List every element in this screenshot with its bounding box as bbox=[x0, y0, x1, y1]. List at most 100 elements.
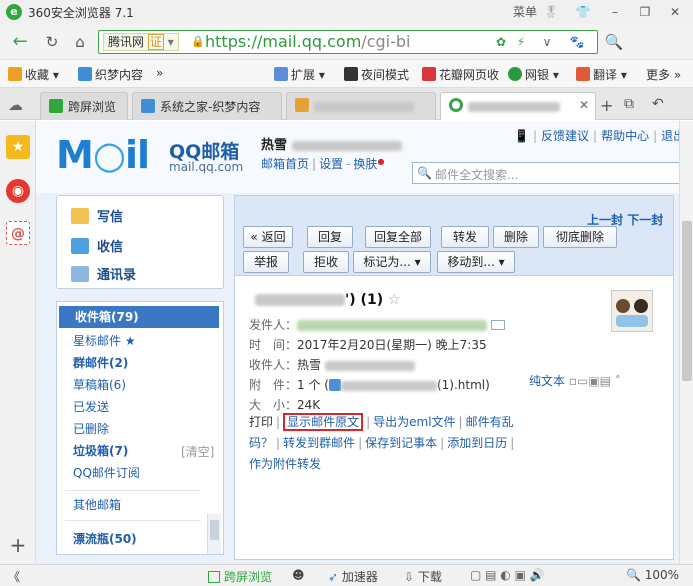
minimize-button[interactable]: – bbox=[604, 2, 626, 22]
size-row: 大 小：24K bbox=[249, 396, 320, 413]
search-icon[interactable]: 🔍 bbox=[604, 32, 624, 52]
write-button[interactable]: 写信 bbox=[71, 206, 123, 225]
paw-search-icon[interactable]: 🐾 bbox=[569, 34, 585, 50]
medal-icon[interactable]: 🎖 bbox=[542, 2, 560, 22]
mail-at-icon[interactable]: @ bbox=[6, 221, 30, 245]
folder-starred[interactable]: 星标邮件 ★ bbox=[57, 330, 207, 352]
settings-link[interactable]: 设置 bbox=[319, 157, 343, 171]
reply-button[interactable]: 回复 bbox=[307, 226, 353, 248]
skin-link[interactable]: 换肤 bbox=[353, 157, 377, 171]
show-original-link[interactable]: 显示邮件原文 bbox=[283, 413, 364, 431]
receive-button[interactable]: 收信 bbox=[71, 236, 123, 255]
view-mode-icons[interactable]: ▫▭▣▤ ˄ bbox=[569, 374, 621, 388]
folder-subscriptions[interactable]: QQ邮件订阅 bbox=[57, 462, 207, 484]
phone-icon[interactable]: 📱 bbox=[514, 129, 529, 143]
weibo-icon[interactable]: ◉ bbox=[6, 179, 30, 203]
plain-text-link[interactable]: 纯文本 bbox=[529, 374, 565, 388]
help-link[interactable]: 帮助中心 bbox=[601, 129, 649, 143]
export-eml-link[interactable]: 导出为eml文件 bbox=[373, 415, 455, 429]
add-sidebar-icon[interactable]: + bbox=[6, 533, 30, 557]
skin-icon[interactable]: 👕 bbox=[572, 2, 594, 22]
download-button[interactable]: ⇩ 下载 bbox=[404, 568, 442, 585]
bookmark-dede[interactable]: 织梦内容 bbox=[78, 66, 143, 83]
folder-scrollbar[interactable] bbox=[207, 514, 221, 554]
tab-list-icon[interactable]: ⧉ bbox=[624, 96, 634, 112]
bookmark-night-mode[interactable]: 夜间模式 bbox=[344, 66, 409, 83]
new-tab-icon[interactable]: + bbox=[600, 96, 613, 115]
secure-shield-icon[interactable]: ✿ bbox=[493, 34, 509, 50]
forward-attachment-link[interactable]: 作为附件转发 bbox=[249, 457, 321, 471]
save-note-link[interactable]: 保存到记事本 bbox=[365, 436, 437, 450]
tab-qq-login[interactable] bbox=[286, 92, 436, 120]
folder-drift-bottle[interactable]: 漂流瓶(50) bbox=[57, 528, 207, 550]
tab-qq-mail-active[interactable]: ✕ bbox=[440, 92, 596, 120]
speed-mode-icon[interactable]: ⚡ bbox=[513, 34, 529, 50]
move-to-dropdown[interactable]: 移动到... ▾ bbox=[437, 251, 515, 273]
contacts-button[interactable]: 通讯录 bbox=[71, 264, 136, 283]
cloud-icon[interactable]: ☁ bbox=[8, 96, 23, 114]
bookmark-more-left[interactable]: » bbox=[156, 66, 163, 80]
prev-mail-link[interactable]: 上一封 bbox=[587, 213, 623, 227]
site-identity-badge[interactable]: 腾讯网 证 ▾ bbox=[103, 33, 179, 51]
attachment-filename[interactable]: (1).html) bbox=[437, 378, 490, 392]
forward-group-link[interactable]: 转发到群邮件 bbox=[283, 436, 355, 450]
search-input[interactable]: 🔍 邮件全文搜索... bbox=[412, 162, 679, 184]
close-button[interactable]: ✕ bbox=[664, 2, 686, 22]
folder-sent[interactable]: 已发送 bbox=[57, 396, 207, 418]
home-icon[interactable]: ⌂ bbox=[70, 32, 90, 52]
scroll-left-icon[interactable]: 《 bbox=[8, 568, 20, 585]
back-arrow-icon[interactable]: ← bbox=[10, 32, 30, 52]
delete-permanently-button[interactable]: 彻底删除 bbox=[543, 226, 617, 248]
forward-button[interactable]: 转发 bbox=[441, 226, 489, 248]
feedback-link[interactable]: 反馈建议 bbox=[541, 129, 589, 143]
receive-label: 收信 bbox=[97, 240, 124, 255]
zoom-control[interactable]: 🔍 100% bbox=[626, 568, 679, 582]
scroll-thumb[interactable] bbox=[682, 221, 692, 381]
accelerator-button[interactable]: ➶ 加速器 bbox=[328, 568, 378, 585]
refresh-icon[interactable]: ↻ bbox=[42, 32, 62, 52]
report-button[interactable]: 举报 bbox=[243, 251, 289, 273]
restore-button[interactable]: ❐ bbox=[634, 2, 656, 22]
next-mail-link[interactable]: 下一封 bbox=[627, 213, 663, 227]
folder-deleted[interactable]: 已删除 bbox=[57, 418, 207, 440]
print-link[interactable]: 打印 bbox=[249, 415, 273, 429]
bookmark-huaban[interactable]: 花瓣网页收 bbox=[422, 66, 499, 83]
mascot-icon[interactable]: ☻ bbox=[292, 568, 305, 582]
bookmark-extensions[interactable]: 扩展 ▾ bbox=[274, 66, 325, 83]
folder-other-mailbox[interactable]: 其他邮箱 bbox=[57, 494, 207, 516]
folder-divider bbox=[65, 520, 201, 521]
bookmark-favorites[interactable]: 收藏 ▾ bbox=[8, 66, 59, 83]
folder-group[interactable]: 群邮件(2) bbox=[57, 352, 207, 374]
cross-screen-status[interactable]: 跨屏浏览 bbox=[208, 568, 272, 585]
bookmark-translate[interactable]: 翻译 ▾ bbox=[576, 66, 627, 83]
page-scrollbar[interactable] bbox=[679, 121, 693, 564]
undo-close-icon[interactable]: ↶ bbox=[652, 96, 664, 112]
delete-button[interactable]: 删除 bbox=[493, 226, 539, 248]
close-tab-icon[interactable]: ✕ bbox=[579, 98, 589, 112]
tab-cross-screen[interactable]: 跨屏浏览 bbox=[40, 92, 128, 120]
mark-as-dropdown[interactable]: 标记为... ▾ bbox=[353, 251, 431, 273]
size-value: 24K bbox=[297, 398, 321, 412]
tab-xitong[interactable]: 系统之家-织梦内容 bbox=[132, 92, 282, 120]
reply-all-button[interactable]: 回复全部 bbox=[365, 226, 431, 248]
folder-inbox[interactable]: 收件箱(79) bbox=[59, 306, 219, 328]
reject-button[interactable]: 拒收 bbox=[303, 251, 349, 273]
logout-link[interactable]: 退出 bbox=[661, 129, 679, 143]
favorites-star-icon[interactable]: ★ bbox=[6, 135, 30, 159]
back-button[interactable]: « 返回 bbox=[243, 226, 293, 248]
tab-strip: ☁ 跨屏浏览 系统之家-织梦内容 ✕ + ⧉ ↶ bbox=[0, 88, 693, 120]
clear-spam-link[interactable]: [清空] bbox=[181, 443, 214, 460]
folder-drafts[interactable]: 草稿箱(6) bbox=[57, 374, 207, 396]
bookmark-more-right[interactable]: 更多 » bbox=[646, 66, 681, 83]
add-calendar-link[interactable]: 添加到日历 bbox=[447, 436, 507, 450]
menu-button[interactable]: 菜单 bbox=[508, 2, 542, 22]
mailbox-home-link[interactable]: 邮箱首页 bbox=[261, 157, 309, 171]
star-outline-icon[interactable]: ☆ bbox=[388, 292, 401, 308]
dropdown-chevron-icon[interactable]: ∨ bbox=[539, 34, 555, 50]
attachment-row: 附 件：1 个 ((1).html) bbox=[249, 376, 490, 393]
bookmark-bank[interactable]: 网银 ▾ bbox=[508, 66, 559, 83]
status-tool-icons[interactable]: ▢ ▤ ◐ ▣ 🔊 bbox=[470, 568, 545, 582]
address-bar[interactable]: 腾讯网 证 ▾ 🔒 https://mail.qq.com/cgi-bi ✿ ⚡… bbox=[98, 30, 598, 54]
url-text[interactable]: https://mail.qq.com/cgi-bi bbox=[205, 33, 410, 51]
contact-card-icon[interactable] bbox=[490, 320, 505, 330]
